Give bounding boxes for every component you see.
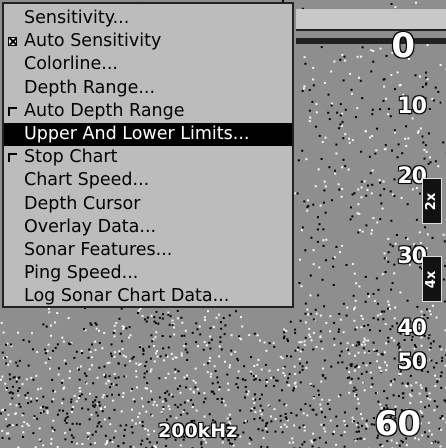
sonar-screen: 0 10 20 30 40 50 60 2x 4x 200kHz Sensiti… bbox=[0, 0, 446, 448]
no-check-icon bbox=[8, 84, 17, 93]
menu-item-label: Auto Depth Range bbox=[24, 100, 185, 121]
menu-item-upper-lower-limits[interactable]: Upper And Lower Limits... bbox=[4, 122, 292, 147]
menu-item-label: Upper And Lower Limits... bbox=[24, 123, 250, 144]
menu-item-label: Ping Speed... bbox=[24, 263, 139, 284]
frequency-label: 200kHz bbox=[158, 420, 238, 442]
checkbox-unchecked-icon bbox=[8, 106, 17, 116]
menu-item-label: Depth Cursor bbox=[24, 193, 141, 214]
zoom-2x-label: 2x bbox=[424, 192, 440, 210]
menu-item-label: Colorline... bbox=[24, 54, 118, 75]
menu-item-auto-sensitivity[interactable]: Auto Sensitivity bbox=[4, 30, 292, 53]
checkbox-checked-icon bbox=[8, 37, 17, 47]
menu-item-sonar-features[interactable]: Sonar Features... bbox=[4, 239, 292, 262]
checkbox-unchecked-icon bbox=[8, 153, 17, 163]
menu-item-label: Stop Chart bbox=[24, 147, 118, 168]
zoom-2x-badge[interactable]: 2x bbox=[422, 178, 442, 224]
no-check-icon bbox=[8, 130, 17, 139]
menu-item-chart-speed[interactable]: Chart Speed... bbox=[4, 169, 292, 192]
menu-item-stop-chart[interactable]: Stop Chart bbox=[4, 146, 292, 169]
depth-label-60: 60 bbox=[374, 404, 421, 444]
menu-item-label: Depth Range... bbox=[24, 77, 156, 98]
no-check-icon bbox=[8, 176, 17, 185]
menu-item-label: Sensitivity... bbox=[24, 8, 130, 28]
menu-item-ping-speed[interactable]: Ping Speed... bbox=[4, 262, 292, 285]
depth-label-50: 50 bbox=[397, 350, 427, 375]
no-check-icon bbox=[8, 223, 17, 232]
menu-item-label: Log Sonar Chart Data... bbox=[24, 286, 230, 307]
no-check-icon bbox=[8, 200, 17, 209]
menu-item-auto-depth-range[interactable]: Auto Depth Range bbox=[4, 100, 292, 123]
menu-item-log-sonar-chart-data[interactable]: Log Sonar Chart Data... bbox=[4, 285, 292, 308]
menu-item-label: Auto Sensitivity bbox=[24, 31, 162, 52]
menu-item-depth-range[interactable]: Depth Range... bbox=[4, 77, 292, 100]
no-check-icon bbox=[8, 269, 17, 278]
no-check-icon bbox=[8, 60, 17, 69]
depth-label-10: 10 bbox=[397, 94, 427, 119]
depth-label-0: 0 bbox=[391, 26, 415, 66]
menu-item-overlay-data[interactable]: Overlay Data... bbox=[4, 216, 292, 239]
no-check-icon bbox=[8, 246, 17, 255]
menu-item-depth-cursor[interactable]: Depth Cursor bbox=[4, 193, 292, 216]
no-check-icon bbox=[8, 14, 17, 23]
menu-item-label: Chart Speed... bbox=[24, 170, 150, 191]
menu-item-label: Sonar Features... bbox=[24, 239, 173, 260]
zoom-4x-badge[interactable]: 4x bbox=[422, 256, 442, 302]
depth-label-40: 40 bbox=[397, 316, 427, 341]
menu-item-sensitivity[interactable]: Sensitivity... bbox=[4, 7, 292, 30]
sonar-top-bar bbox=[296, 9, 446, 31]
sonar-menu: Sensitivity... Auto Sensitivity Colorlin… bbox=[2, 2, 294, 308]
menu-item-label: Overlay Data... bbox=[24, 216, 157, 237]
menu-item-colorline[interactable]: Colorline... bbox=[4, 53, 292, 76]
no-check-icon bbox=[8, 292, 17, 301]
zoom-4x-label: 4x bbox=[424, 270, 440, 288]
